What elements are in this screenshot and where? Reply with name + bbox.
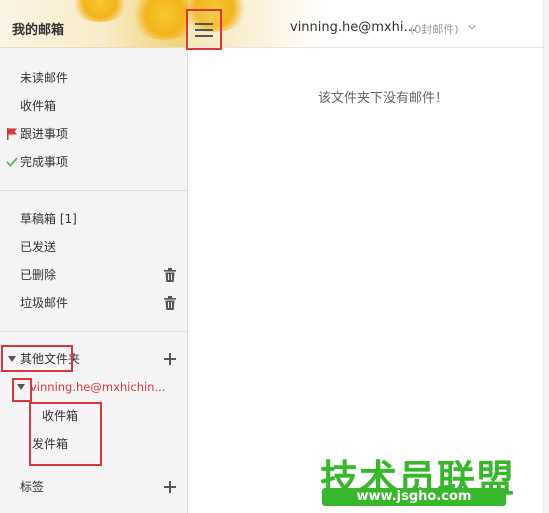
watermark-url: www.jsgho.com <box>322 488 506 506</box>
sidebar-item-drafts[interactable]: 草稿箱 [1] <box>0 206 188 232</box>
sidebar-item-label: 未读邮件 <box>20 71 69 85</box>
sidebar-item-account[interactable]: vinning.he@mxhichin... <box>0 374 188 400</box>
sidebar-item-sub-sent[interactable]: 发件箱 <box>0 431 188 457</box>
trash-icon[interactable] <box>164 296 176 310</box>
sidebar-header: 我的邮箱 <box>0 0 200 48</box>
empty-folder-message: 该文件夹下没有邮件！ <box>318 91 449 106</box>
sidebar-item-inbox[interactable]: 收件箱 <box>0 93 188 119</box>
account-folder-label: vinning.he@mxhichin... <box>30 380 166 394</box>
sidebar-item-label: 发件箱 <box>32 437 69 451</box>
flower-decoration <box>70 0 130 22</box>
check-icon <box>6 157 18 167</box>
trash-icon[interactable] <box>164 268 176 282</box>
sidebar-item-label: 其他文件夹 <box>20 352 81 366</box>
sidebar-item-followup[interactable]: 跟进事项 <box>0 121 188 147</box>
sidebar-item-label: 收件箱 <box>20 99 57 113</box>
sidebar-item-other-folders[interactable]: 其他文件夹 <box>0 346 188 372</box>
account-selector[interactable]: vinning.he@mxhi... <box>290 20 416 35</box>
caret-down-icon[interactable] <box>8 356 16 362</box>
flag-icon <box>7 128 17 140</box>
add-tag-icon[interactable] <box>164 481 176 493</box>
sidebar-item-label: 已发送 <box>20 240 57 254</box>
divider <box>0 190 188 191</box>
chevron-down-icon[interactable] <box>468 25 476 30</box>
divider <box>0 331 188 332</box>
sidebar-item-tags[interactable]: 标签 <box>0 474 188 500</box>
add-folder-icon[interactable] <box>164 353 176 365</box>
scrollbar[interactable] <box>543 0 549 513</box>
sidebar: 我的邮箱 未读邮件 收件箱 跟进事项 完成事项 草稿箱 [1] 已发送 已删除 <box>0 0 200 513</box>
sidebar-item-done[interactable]: 完成事项 <box>0 149 188 175</box>
menu-toggle-button[interactable] <box>186 9 222 50</box>
sidebar-item-label: 垃圾邮件 <box>20 296 69 310</box>
sidebar-item-sent[interactable]: 已发送 <box>0 234 188 260</box>
sidebar-item-unread[interactable]: 未读邮件 <box>0 65 188 91</box>
sidebar-item-label: 草稿箱 [1] <box>20 212 77 226</box>
sidebar-item-label: 跟进事项 <box>20 127 69 141</box>
mail-count: (0封邮件) <box>410 23 459 36</box>
caret-down-icon[interactable] <box>17 384 25 390</box>
sidebar-item-spam[interactable]: 垃圾邮件 <box>0 290 188 316</box>
sidebar-item-label: 完成事项 <box>20 155 69 169</box>
sidebar-item-deleted[interactable]: 已删除 <box>0 262 188 288</box>
sidebar-item-sub-inbox[interactable]: 收件箱 <box>0 403 188 429</box>
hamburger-icon <box>195 22 213 37</box>
sidebar-item-label: 收件箱 <box>42 409 79 423</box>
mailbox-title: 我的邮箱 <box>12 23 65 38</box>
sidebar-item-label: 已删除 <box>20 268 57 282</box>
sidebar-item-label: 标签 <box>20 480 45 494</box>
